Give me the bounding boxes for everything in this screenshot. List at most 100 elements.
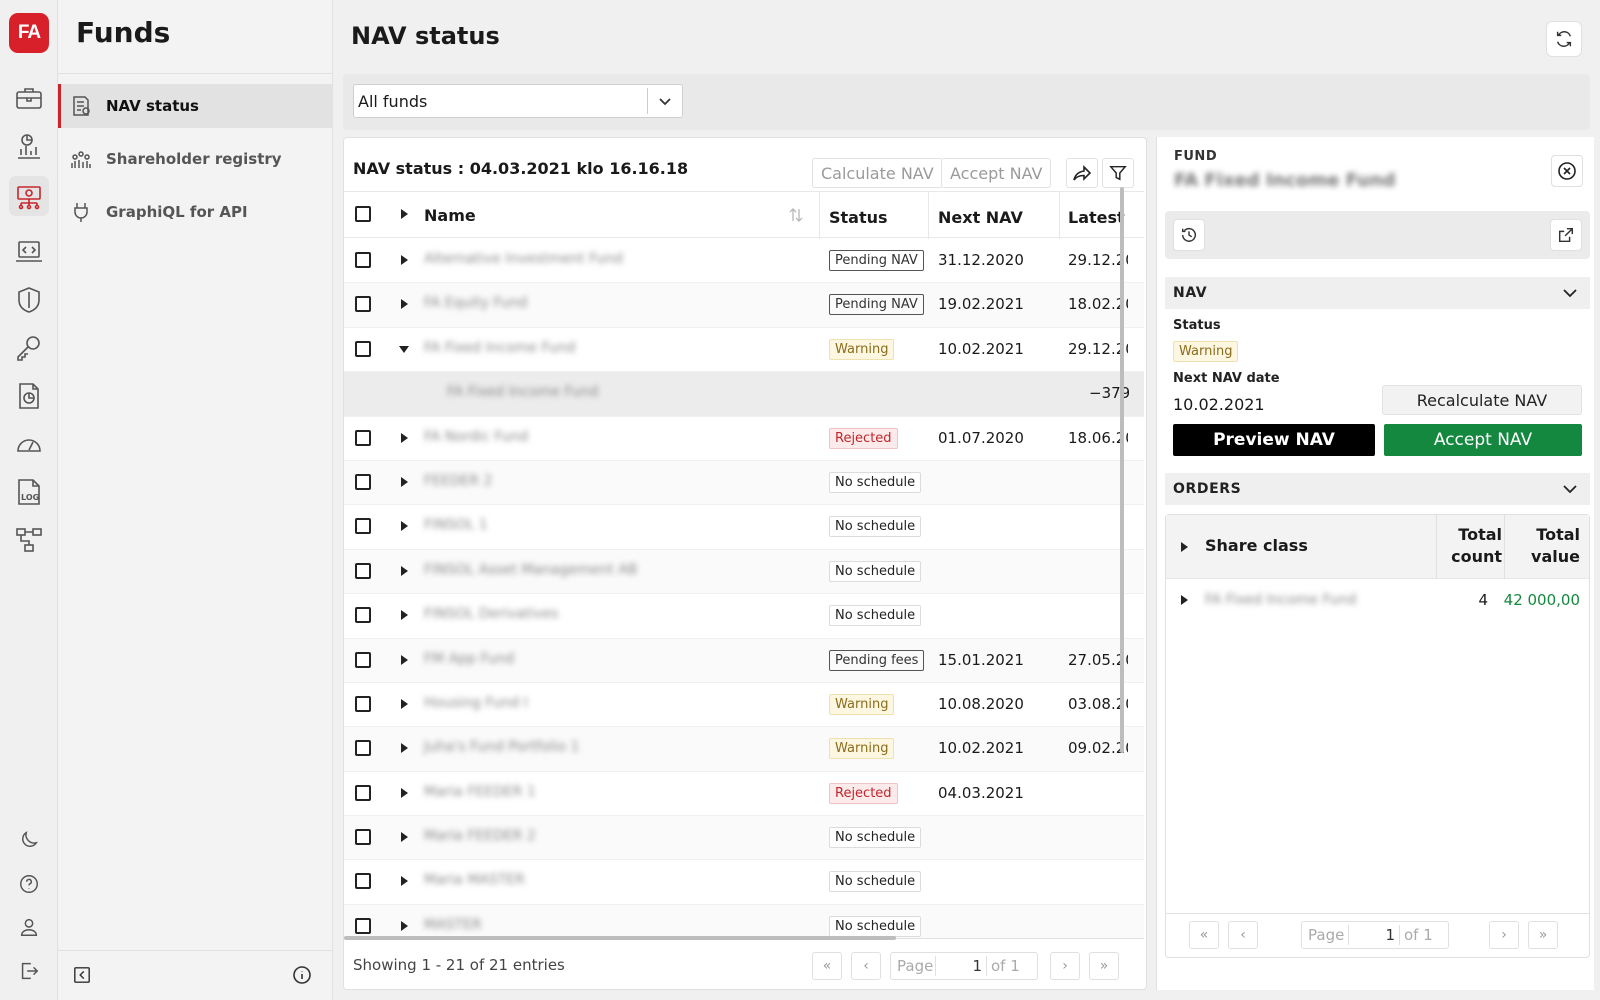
nav-section-header[interactable]: NAV	[1165, 277, 1590, 309]
column-header-latest-nav[interactable]: Latest N	[1068, 194, 1128, 241]
column-header-total-value-line1[interactable]: Total	[1506, 525, 1580, 544]
table-row[interactable]: FINSOL Derivatives No schedule	[344, 594, 1144, 639]
row-checkbox[interactable]	[355, 784, 371, 801]
table-row[interactable]: FM App Fund Pending fees 15.01.2021 27.05.2…	[344, 638, 1144, 683]
row-checkbox[interactable]	[355, 252, 371, 268]
caret-right-icon[interactable]	[397, 431, 411, 445]
sidebar-item-graphiql[interactable]: GraphiQL for API	[58, 190, 332, 234]
row-checkbox[interactable]	[355, 518, 371, 535]
info-icon[interactable]	[291, 964, 313, 986]
shield-icon[interactable]	[9, 280, 49, 320]
next-page-icon[interactable]: ›	[1050, 952, 1080, 980]
caret-right-icon[interactable]	[397, 830, 411, 844]
key-icon[interactable]	[9, 328, 49, 368]
caret-right-icon[interactable]	[397, 741, 411, 755]
last-page-icon[interactable]: »	[1089, 952, 1119, 980]
row-checkbox[interactable]	[355, 740, 371, 757]
caret-right-icon[interactable]	[397, 874, 411, 888]
share-icon[interactable]	[1066, 158, 1098, 188]
fund-select[interactable]: All funds	[353, 84, 683, 118]
refresh-icon[interactable]	[1546, 21, 1582, 57]
caret-right-icon[interactable]	[1177, 593, 1191, 607]
table-row[interactable]: FA Nordic Fund Rejected 01.07.2020 18.06.20…	[344, 417, 1144, 461]
column-header-next-nav[interactable]: Next NAV	[938, 194, 1023, 241]
accept-nav-button-detail[interactable]: Accept NAV	[1384, 424, 1582, 456]
chart-report-icon[interactable]	[9, 126, 49, 166]
column-header-share-class[interactable]: Share class	[1205, 536, 1308, 555]
gauge-icon[interactable]	[9, 424, 49, 464]
caret-right-icon[interactable]	[397, 919, 411, 933]
sort-icon[interactable]	[789, 206, 803, 224]
briefcase-icon[interactable]	[9, 78, 49, 118]
prev-page-icon[interactable]: ‹	[1228, 921, 1258, 949]
column-header-status[interactable]: Status	[829, 194, 888, 241]
row-checkbox[interactable]	[355, 562, 371, 579]
chevron-down-icon[interactable]	[1562, 285, 1578, 301]
row-checkbox[interactable]	[355, 829, 371, 846]
filter-icon[interactable]	[1102, 158, 1134, 188]
first-page-icon[interactable]: «	[812, 952, 842, 980]
caret-right-icon[interactable]	[397, 253, 411, 267]
horizontal-scrollbar[interactable]	[344, 936, 896, 940]
table-row[interactable]: FA Equity Fund Pending NAV 19.02.2021 18.02…	[344, 283, 1144, 328]
caret-right-icon[interactable]	[397, 786, 411, 800]
row-checkbox[interactable]	[355, 917, 371, 934]
document-chart-icon[interactable]	[9, 376, 49, 416]
caret-right-icon[interactable]	[397, 297, 411, 311]
first-page-icon[interactable]: «	[1189, 921, 1219, 949]
open-external-icon[interactable]	[1550, 219, 1582, 251]
table-row[interactable]: Maria FEEDER 1 Rejected 04.03.2021	[344, 772, 1144, 817]
moon-icon[interactable]	[9, 820, 49, 860]
chevron-down-icon[interactable]	[648, 94, 682, 108]
row-checkbox[interactable]	[355, 607, 371, 624]
column-header-total-count-line2[interactable]: count	[1438, 547, 1502, 566]
fa-logo[interactable]: FA	[9, 13, 49, 53]
user-icon[interactable]	[9, 907, 49, 947]
last-page-icon[interactable]: »	[1528, 921, 1558, 949]
table-subrow[interactable]: FA Fixed Income Fund −379	[344, 372, 1144, 417]
caret-right-icon[interactable]	[397, 519, 411, 533]
row-checkbox[interactable]	[355, 695, 371, 712]
caret-right-icon[interactable]	[397, 697, 411, 711]
recalculate-nav-button[interactable]: Recalculate NAV	[1382, 385, 1582, 415]
preview-nav-button[interactable]: Preview NAV	[1173, 424, 1375, 456]
orders-section-header[interactable]: ORDERS	[1165, 473, 1590, 505]
table-row[interactable]: FINSOL 1 No schedule	[344, 505, 1144, 550]
history-icon[interactable]	[1173, 219, 1205, 251]
table-row[interactable]: Maria MASTER No schedule	[344, 860, 1144, 905]
sidebar-item-shareholder-registry[interactable]: Shareholder registry	[58, 137, 332, 181]
row-checkbox[interactable]	[355, 473, 371, 490]
table-row[interactable]: Maria FEEDER 2 No schedule	[344, 816, 1144, 861]
table-row[interactable]: MASTER No schedule	[344, 904, 1144, 939]
column-header-total-count-line1[interactable]: Total	[1438, 525, 1502, 544]
table-row[interactable]: FEEDER 2 No schedule	[344, 460, 1144, 506]
table-row[interactable]: FINSOL Asset Management AB No schedule	[344, 549, 1144, 595]
caret-right-icon[interactable]	[397, 653, 411, 667]
row-checkbox[interactable]	[355, 296, 371, 313]
table-row[interactable]: Alternative Investment Fund Pending NAV 31…	[344, 239, 1144, 284]
caret-right-icon[interactable]	[1177, 540, 1191, 554]
column-header-total-value-line2[interactable]: value	[1506, 547, 1580, 566]
logout-icon[interactable]	[9, 951, 49, 991]
prev-page-icon[interactable]: ‹	[851, 952, 881, 980]
caret-down-icon[interactable]	[397, 342, 411, 356]
page-input[interactable]: 1	[936, 957, 986, 975]
chevron-down-icon[interactable]	[1562, 481, 1578, 497]
page-input[interactable]: 1	[1349, 926, 1399, 944]
orders-row[interactable]: FA Fixed Income Fund 4 42 000,00	[1166, 579, 1589, 623]
column-header-name[interactable]: Name	[424, 192, 476, 239]
caret-right-icon[interactable]	[397, 207, 411, 221]
table-row[interactable]: FA Fixed Income Fund Warning 10.02.2021 29.…	[344, 328, 1144, 373]
log-icon[interactable]: LOG	[9, 472, 49, 512]
flow-diagram-icon[interactable]	[9, 520, 49, 560]
caret-right-icon[interactable]	[397, 608, 411, 622]
collapse-sidebar-icon[interactable]	[71, 964, 93, 986]
laptop-code-icon[interactable]	[9, 232, 49, 272]
money-network-icon[interactable]	[9, 176, 49, 216]
accept-nav-button[interactable]: Accept NAV	[941, 158, 1052, 188]
table-row[interactable]: Juha's Fund Portfolio 1 Warning 10.02.2021…	[344, 727, 1144, 772]
row-checkbox[interactable]	[355, 340, 371, 357]
next-page-icon[interactable]: ›	[1489, 921, 1519, 949]
caret-right-icon[interactable]	[397, 564, 411, 578]
select-all-checkbox[interactable]	[355, 206, 371, 222]
